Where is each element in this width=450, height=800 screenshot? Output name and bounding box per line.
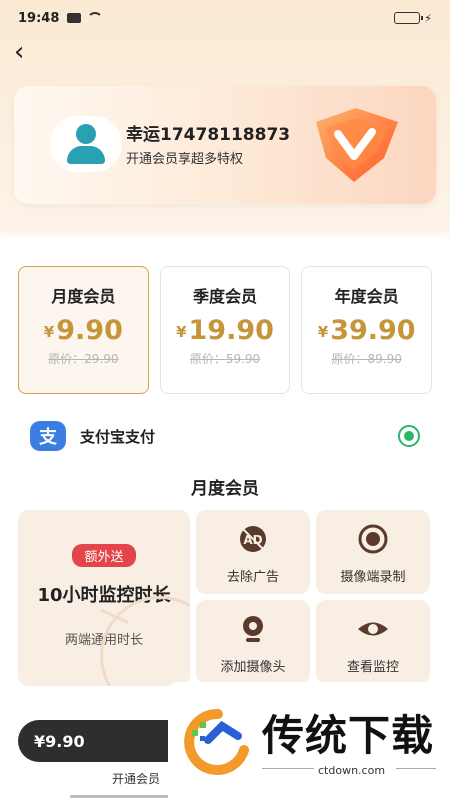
back-button[interactable]: ‹ (14, 38, 44, 68)
benefit-label: 添加摄像头 (220, 660, 286, 675)
no-ad-icon: AD (240, 526, 266, 552)
user-name: 幸运17478118873 (126, 125, 291, 145)
watermark-logo-icon (184, 708, 249, 775)
watermark-text: 传统下载 (262, 711, 435, 760)
benefit-label: 查看监控 (346, 660, 399, 675)
benefit-monitor-hours: 额外送 10小时监控时长 两端通用时长 (18, 510, 190, 686)
watermark-divider (396, 768, 436, 769)
plan-quarterly[interactable]: 季度会员 ¥19.90 原价：59.90 (159, 266, 291, 394)
watermark: 传统下载 ctdown.com (168, 682, 450, 800)
payment-method-alipay[interactable]: 支 支付宝支付 (30, 418, 420, 454)
avatar[interactable] (50, 116, 122, 172)
open-membership-label[interactable]: 开通会员 (112, 770, 160, 787)
plan-list: 月度会员 ¥9.90 原价：29.90 季度会员 ¥19.90 原价：59.90… (18, 266, 433, 394)
total-price: ¥9.90 (18, 720, 188, 762)
plan-price: ¥19.90 (161, 315, 290, 346)
camera-icon (243, 616, 263, 642)
plan-title: 季度会员 (193, 287, 258, 306)
plan-title: 月度会员 (51, 287, 116, 306)
user-card: 幸运17478118873 开通会员享超多特权 (14, 86, 436, 204)
currency-symbol: ¥ (43, 323, 55, 341)
status-bar: 19:48 ⚡ (0, 0, 450, 36)
benefit-view-monitor: 查看监控 (316, 600, 430, 684)
plan-original-price: 原价：29.90 (48, 352, 119, 366)
bonus-badge: 额外送 (72, 544, 136, 567)
benefit-label: 摄像端录制 (340, 570, 406, 585)
charging-icon: ⚡ (424, 11, 432, 25)
currency-symbol: ¥ (317, 323, 329, 341)
plan-yearly[interactable]: 年度会员 ¥39.90 原价：89.90 (301, 266, 433, 394)
benefit-camera-recording: 摄像端录制 (316, 510, 430, 594)
battery-indicator: ⚡ (394, 12, 432, 25)
chevron-left-icon: ‹ (14, 37, 25, 67)
user-subtitle: 开通会员享超多特权 (126, 152, 244, 167)
plan-price: ¥9.90 (19, 315, 148, 346)
notification-icon (67, 13, 82, 23)
eye-icon (358, 622, 388, 636)
benefit-add-camera: 添加摄像头 (196, 600, 310, 684)
benefits-grid: 额外送 10小时监控时长 两端通用时长 AD 去除广告 摄像端录制 (18, 510, 432, 688)
battery-icon (394, 12, 424, 24)
watermark-url: ctdown.com (318, 764, 386, 777)
plan-original-price: 原价：59.90 (189, 352, 261, 366)
watermark-divider (262, 768, 314, 769)
vip-gem-icon (316, 108, 398, 182)
benefits-title: 月度会员 (191, 479, 259, 499)
alipay-icon: 支 (30, 421, 66, 451)
payment-label: 支付宝支付 (80, 427, 156, 446)
benefit-no-ads: AD 去除广告 (196, 510, 310, 594)
clock-icon (100, 596, 190, 686)
price-amount: 9.90 (56, 315, 123, 346)
home-indicator (70, 795, 170, 798)
wifi-icon (87, 12, 104, 24)
record-icon (358, 524, 388, 554)
avatar-head (76, 124, 96, 144)
currency-symbol: ¥ (176, 323, 187, 341)
plan-price: ¥39.90 (302, 315, 431, 346)
plan-monthly[interactable]: 月度会员 ¥9.90 原价：29.90 (18, 266, 149, 394)
radio-selected-dot (404, 431, 414, 441)
status-icons (67, 12, 104, 24)
payment-radio[interactable] (398, 425, 420, 447)
price-amount: 19.90 (188, 315, 274, 346)
avatar-body (67, 146, 105, 164)
plan-original-price: 原价：89.90 (331, 352, 402, 366)
status-time: 19:48 (18, 10, 60, 26)
benefit-label: 去除广告 (226, 570, 279, 585)
plan-title: 年度会员 (334, 287, 399, 306)
price-amount: 39.90 (330, 315, 416, 346)
